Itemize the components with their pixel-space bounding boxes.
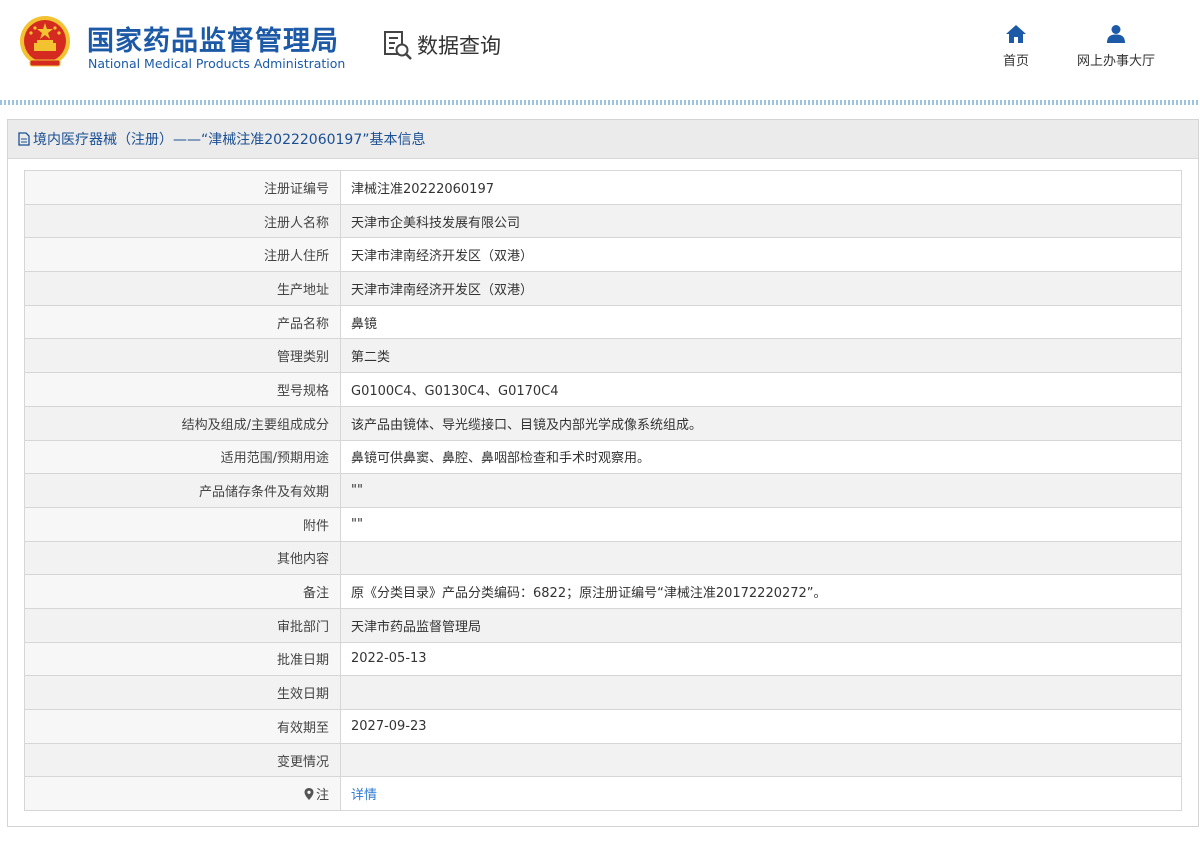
panel-title: 境内医疗器械（注册）——“津械注准20222060197”基本信息: [33, 132, 426, 148]
field-value: 原《分类目录》产品分类编码：6822；原注册证编号“津械注准2017222027…: [340, 574, 1182, 609]
field-label: 注册人名称: [24, 203, 341, 239]
table-row: 注册证编号 津械注准20222060197: [24, 170, 1182, 205]
table-row: 产品名称 鼻镜: [24, 304, 1182, 340]
field-label: 产品名称: [24, 304, 341, 340]
table-row: 适用范围/预期用途 鼻镜可供鼻窦、鼻腔、鼻咽部检查和手术时观察用。: [24, 439, 1182, 475]
national-emblem-icon: [20, 16, 70, 67]
field-value: 鼻镜可供鼻窦、鼻腔、鼻咽部检查和手术时观察用。: [340, 439, 1182, 475]
field-label: 注: [315, 788, 329, 804]
field-value: 第二类: [340, 338, 1182, 374]
field-label: 批准日期: [24, 641, 341, 677]
field-label: 生产地址: [24, 271, 341, 306]
table-row: 管理类别 第二类: [24, 338, 1182, 374]
table-row: 附件 "": [24, 506, 1182, 542]
field-label: 注册人住所: [24, 237, 341, 273]
data-query-title: 数据查询: [383, 29, 501, 61]
field-label: 附件: [24, 506, 341, 542]
table-row: 结构及组成/主要组成成分 该产品由镜体、导光缆接口、目镜及内部光学成像系统组成。: [24, 405, 1182, 441]
field-value: [340, 742, 1182, 778]
registration-info-table: 注册证编号 津械注准20222060197 注册人名称 天津市企美科技发展有限公…: [24, 170, 1182, 812]
details-link[interactable]: 详情: [351, 788, 377, 803]
detail-panel: 境内医疗器械（注册）——“津械注准20222060197”基本信息 注册证编号 …: [7, 119, 1199, 827]
table-row: 审批部门 天津市药品监督管理局: [24, 607, 1182, 643]
table-row: 批准日期 2022-05-13: [24, 641, 1182, 677]
field-label: 有效期至: [24, 709, 341, 744]
panel-title-bar: 境内医疗器械（注册）——“津械注准20222060197”基本信息: [8, 120, 1198, 159]
home-icon: [1006, 25, 1026, 43]
field-value: 天津市药品监督管理局: [340, 607, 1182, 643]
field-label: 管理类别: [24, 338, 341, 374]
field-value: 天津市企美科技发展有限公司: [340, 203, 1182, 239]
field-value: [340, 540, 1182, 576]
field-value: 天津市津南经济开发区（双港）: [340, 271, 1182, 306]
field-label: 其他内容: [24, 540, 341, 576]
field-label: 变更情况: [24, 742, 341, 778]
user-icon: [1107, 25, 1125, 43]
field-label: 备注: [24, 574, 341, 609]
nav-home-label: 首页: [1002, 54, 1029, 69]
site-header: 国家药品监督管理局 National Medical Products Admi…: [0, 0, 1200, 100]
field-label: 注册证编号: [24, 170, 341, 205]
nav-home[interactable]: 首页: [996, 24, 1036, 69]
header-divider: [0, 100, 1200, 105]
note-value-cell: 详情: [340, 776, 1182, 812]
field-label: 审批部门: [24, 607, 341, 643]
org-name-cn: 国家药品监督管理局: [87, 26, 339, 57]
nav-online-hall[interactable]: 网上办事大厅: [1070, 24, 1162, 69]
field-value: 鼻镜: [340, 304, 1182, 340]
search-document-icon: [384, 31, 412, 60]
field-value: G0100C4、G0130C4、G0170C4: [340, 372, 1182, 407]
table-row: 型号规格 G0100C4、G0130C4、G0170C4: [24, 372, 1182, 407]
field-value: 2027-09-23: [340, 709, 1182, 744]
nav-online-hall-label: 网上办事大厅: [1076, 54, 1155, 69]
field-value: "": [340, 506, 1182, 542]
table-row: 备注 原《分类目录》产品分类编码：6822；原注册证编号“津械注准2017222…: [24, 574, 1182, 609]
field-value: 该产品由镜体、导光缆接口、目镜及内部光学成像系统组成。: [340, 405, 1182, 441]
table-row: 注 详情: [24, 776, 1182, 812]
table-row: 有效期至 2027-09-23: [24, 709, 1182, 744]
data-query-label: 数据查询: [417, 34, 501, 58]
field-label: 型号规格: [24, 372, 341, 407]
map-pin-icon: [304, 788, 314, 801]
table-row: 其他内容: [24, 540, 1182, 576]
field-value: 津械注准20222060197: [340, 170, 1182, 205]
document-icon: [18, 132, 30, 146]
table-row: 生效日期: [24, 675, 1182, 710]
field-label: 产品储存条件及有效期: [24, 473, 341, 508]
table-row: 变更情况: [24, 742, 1182, 778]
field-value: "": [340, 473, 1182, 508]
table-row: 注册人名称 天津市企美科技发展有限公司: [24, 203, 1182, 239]
table-row: 注册人住所 天津市津南经济开发区（双港）: [24, 237, 1182, 273]
field-value: [340, 675, 1182, 710]
field-label: 适用范围/预期用途: [24, 439, 341, 475]
org-name-en: National Medical Products Administration: [88, 56, 346, 71]
table-row: 生产地址 天津市津南经济开发区（双港）: [24, 271, 1182, 306]
field-label: 生效日期: [24, 675, 341, 710]
note-label-cell: 注: [24, 776, 341, 812]
field-label: 结构及组成/主要组成成分: [24, 405, 341, 441]
field-value: 天津市津南经济开发区（双港）: [340, 237, 1182, 273]
table-row: 产品储存条件及有效期 "": [24, 473, 1182, 508]
field-value: 2022-05-13: [340, 641, 1182, 677]
